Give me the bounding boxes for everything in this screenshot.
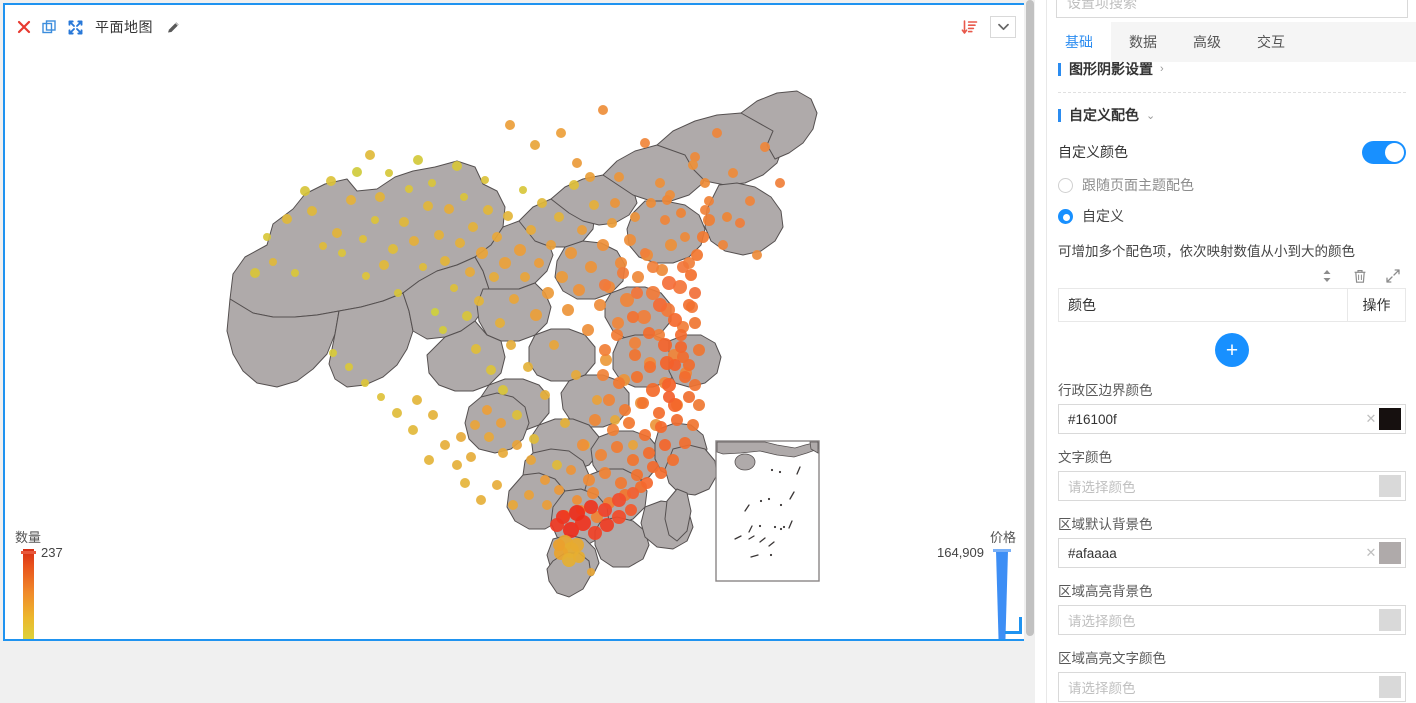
china-map-svg <box>226 90 820 598</box>
legend-quantity-max: 237 <box>41 545 63 560</box>
color-swatch[interactable] <box>1379 542 1401 564</box>
section-accent-bar <box>1058 108 1061 122</box>
clear-icon[interactable]: ✕ <box>1363 545 1379 561</box>
settings-body: 图形阴影设置 › 自定义配色 ⌄ 自定义颜色 跟随页面主题配色 自定义 可增加多… <box>1047 61 1416 703</box>
chevron-right-icon[interactable]: › <box>1160 63 1164 75</box>
toggle-knob <box>1385 142 1404 162</box>
field-text-color: 文字颜色 请选择颜色 <box>1058 446 1406 501</box>
close-icon[interactable] <box>15 19 32 36</box>
legend-quantity: 数量 237 14 <box>15 527 110 639</box>
color-value: #afaaaa <box>1068 545 1117 561</box>
section-palette-title: 自定义配色 <box>1069 107 1139 123</box>
add-color-button[interactable]: + <box>1215 333 1249 367</box>
color-input[interactable]: #afaaaa ✕ <box>1058 538 1406 568</box>
south-china-sea-inset <box>715 440 820 582</box>
section-custom-palette[interactable]: 自定义配色 ⌄ <box>1058 102 1406 128</box>
field-label: 文字颜色 <box>1058 450 1112 465</box>
color-input[interactable]: 请选择颜色 <box>1058 471 1406 501</box>
clear-icon[interactable]: ✕ <box>1363 411 1379 427</box>
color-placeholder: 请选择颜色 <box>1068 614 1136 629</box>
legend-quantity-handle-top[interactable] <box>21 551 36 554</box>
field-label: 区域高亮文字颜色 <box>1058 651 1166 666</box>
field-boundary-color: 行政区边界颜色 #16100f ✕ <box>1058 379 1406 434</box>
color-input[interactable]: 请选择颜色 <box>1058 605 1406 635</box>
field-label: 行政区边界颜色 <box>1058 383 1153 398</box>
expand-icon[interactable] <box>1385 268 1401 284</box>
custom-color-toggle[interactable] <box>1362 140 1406 164</box>
settings-panel: 基础 数据 高级 交互 图形阴影设置 › 自定义配色 ⌄ 自定义颜色 <box>1046 0 1416 703</box>
settings-search-input[interactable] <box>1056 0 1408 18</box>
color-input[interactable]: #16100f ✕ <box>1058 404 1406 434</box>
copy-icon[interactable] <box>41 19 58 36</box>
canvas-scrollbar[interactable] <box>1024 0 1035 703</box>
radio-label: 自定义 <box>1082 208 1124 224</box>
radio-label: 跟随页面主题配色 <box>1082 177 1194 193</box>
palette-hint-text: 可增加多个配色项，依次映射数值从小到大的颜色 <box>1058 244 1355 259</box>
chevron-down-icon[interactable] <box>990 16 1016 38</box>
chart-toolbar: 平面地图 <box>5 5 1028 49</box>
sort-descending-icon[interactable] <box>961 19 978 36</box>
palette-table: 颜色 操作 <box>1058 288 1406 322</box>
color-value: #16100f <box>1068 411 1117 427</box>
section-shadow-settings[interactable]: 图形阴影设置 › <box>1058 56 1406 82</box>
palette-table-col-action: 操作 <box>1347 289 1405 321</box>
radio-follow-theme[interactable]: 跟随页面主题配色 <box>1058 175 1406 195</box>
legend-quantity-gradient[interactable] <box>23 549 34 639</box>
chart-title: 平面地图 <box>95 19 153 35</box>
field-region-highlight-text: 区域高亮文字颜色 请选择颜色 <box>1058 647 1406 702</box>
trash-icon[interactable] <box>1352 268 1368 284</box>
canvas-scrollbar-thumb[interactable] <box>1026 0 1034 636</box>
pencil-icon[interactable] <box>165 19 182 36</box>
color-swatch[interactable] <box>1379 609 1401 631</box>
color-placeholder: 请选择颜色 <box>1068 681 1136 696</box>
legend-price-title: 价格 <box>989 530 1016 545</box>
custom-color-row: 自定义颜色 <box>1058 140 1406 164</box>
color-input[interactable]: 请选择颜色 <box>1058 672 1406 702</box>
color-swatch[interactable] <box>1379 676 1401 698</box>
color-swatch[interactable] <box>1379 475 1401 497</box>
field-label: 区域高亮背景色 <box>1058 584 1153 599</box>
color-swatch[interactable] <box>1379 408 1401 430</box>
legend-price-handle-top[interactable] <box>993 549 1011 552</box>
radio-button[interactable] <box>1058 208 1073 224</box>
field-region-highlight-bg: 区域高亮背景色 请选择颜色 <box>1058 580 1406 635</box>
section-divider <box>1058 92 1406 93</box>
palette-table-col-color: 颜色 <box>1068 297 1096 313</box>
map-chart-card[interactable]: 平面地图 数量 237 价格 164,909 <box>3 3 1030 641</box>
resize-handle[interactable] <box>1005 617 1022 634</box>
sort-icon[interactable] <box>1319 268 1335 284</box>
field-region-default-bg: 区域默认背景色 #afaaaa ✕ <box>1058 513 1406 568</box>
radio-custom[interactable]: 自定义 <box>1058 206 1406 226</box>
app-root: 平面地图 数量 237 价格 164,909 设置项搜索 基础 数据 高级 交互… <box>0 0 1416 703</box>
legend-price: 价格 164,909 1,843 <box>896 527 1016 639</box>
map-visualization[interactable]: 数量 237 14 价格 16 <box>5 49 1028 639</box>
chart-canvas-area: 平面地图 数量 237 价格 164,909 <box>0 0 1035 703</box>
fullscreen-icon[interactable] <box>67 19 84 36</box>
field-label: 区域默认背景色 <box>1058 517 1153 532</box>
legend-price-max: 164,909 <box>937 545 984 560</box>
color-placeholder: 请选择颜色 <box>1068 480 1136 495</box>
custom-color-label: 自定义颜色 <box>1058 144 1128 160</box>
palette-toolbar <box>1058 268 1406 284</box>
section-shadow-title: 图形阴影设置 <box>1069 61 1153 77</box>
chevron-down-icon[interactable]: ⌄ <box>1146 109 1155 122</box>
legend-quantity-title: 数量 <box>15 530 42 545</box>
section-accent-bar <box>1058 62 1061 76</box>
radio-button[interactable] <box>1058 177 1073 193</box>
